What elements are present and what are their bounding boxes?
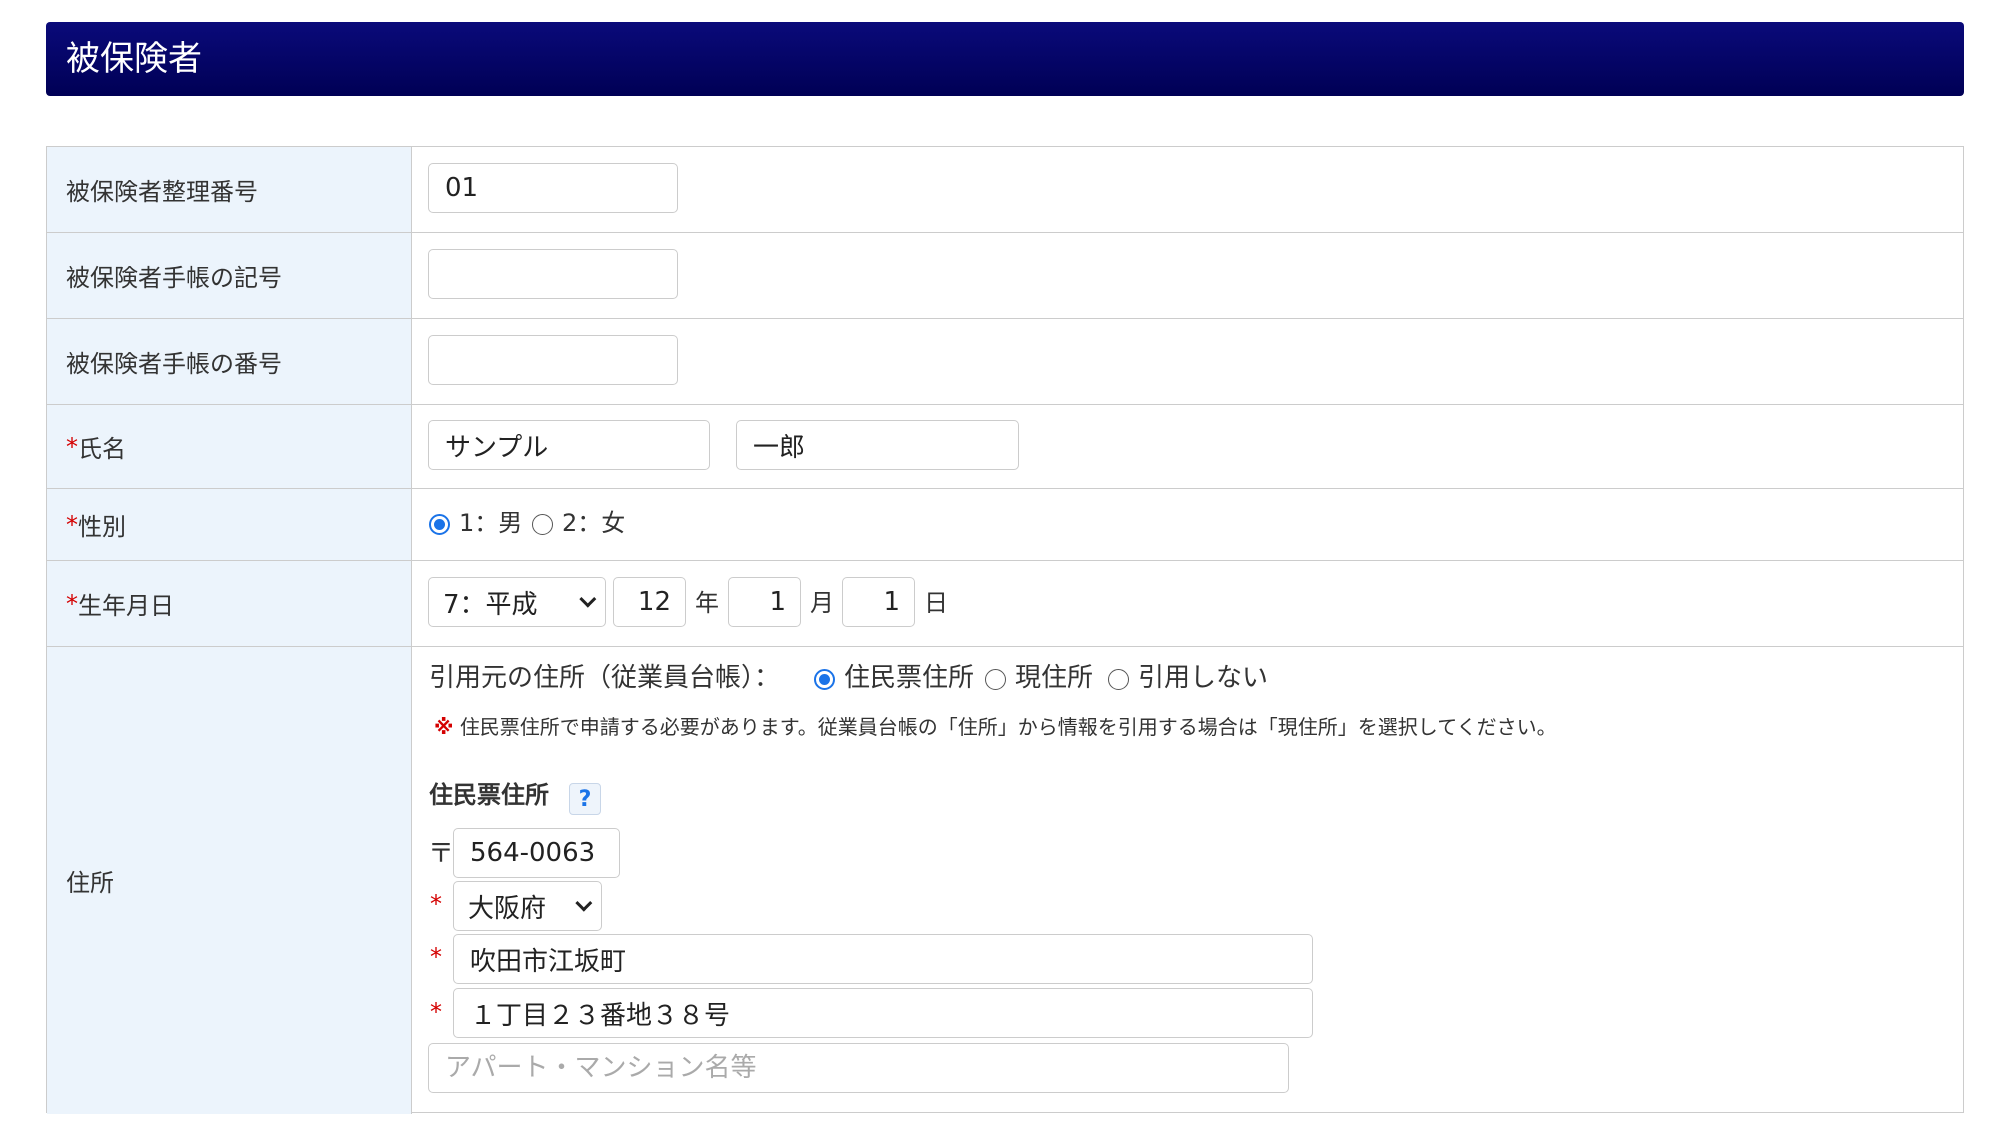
postal-mark: 〒 (428, 839, 455, 869)
required-mark: * (66, 589, 78, 618)
birth-year-input[interactable] (613, 577, 686, 627)
gender-female-label: 2：女 (562, 509, 626, 537)
booklet-number-input[interactable] (428, 335, 678, 385)
gender-male-label: 1：男 (459, 509, 523, 537)
first-name-input[interactable] (736, 420, 1019, 470)
gender-female-radio[interactable] (532, 514, 553, 535)
last-name-input[interactable] (428, 420, 710, 470)
city-input[interactable] (453, 934, 1313, 984)
postal-code-input[interactable] (453, 828, 620, 878)
source-none-label: 引用しない (1138, 663, 1269, 693)
source-residence-radio[interactable] (814, 669, 835, 690)
label-insured-number: 被保険者整理番号 (47, 147, 412, 232)
insured-form-table: 被保険者整理番号 被保険者手帳の記号 被保険者手帳の番号 *氏名 *性別 1：男… (46, 146, 1964, 1114)
residence-address-title: 住民票住所 (429, 781, 549, 809)
month-unit: 月 (810, 589, 834, 617)
address-source-label: 引用元の住所（従業員台帳）： (429, 663, 781, 693)
label-address: 住所 (47, 647, 412, 1114)
source-residence-label: 住民票住所 (844, 663, 975, 693)
booklet-symbol-input[interactable] (428, 249, 678, 299)
label-gender: * 性別 (47, 489, 412, 560)
label-booklet-symbol: 被保険者手帳の記号 (47, 233, 412, 318)
year-unit: 年 (695, 589, 719, 617)
note-mark: ※ (434, 715, 454, 739)
source-current-radio[interactable] (985, 669, 1006, 690)
row-name: * 氏名 (47, 405, 1963, 489)
building-input[interactable] (428, 1043, 1289, 1093)
birth-day-input[interactable] (842, 577, 915, 627)
address-note: ※ 住民票住所で申請する必要があります。従業員台帳の「住所」から情報を引用する場… (434, 715, 1557, 739)
required-mark: * (66, 432, 78, 461)
section-header: 被保険者 (46, 22, 1964, 96)
required-mark: * (66, 510, 78, 539)
source-current-label: 現住所 (1015, 663, 1094, 693)
help-icon[interactable]: ? (569, 783, 601, 815)
label-name: * 氏名 (47, 405, 412, 488)
row-insured-number: 被保険者整理番号 (47, 147, 1963, 233)
row-birthdate: *生年月日 7：平成 年 月 日 (47, 561, 1963, 647)
label-birthdate: * 生年月日 (47, 561, 412, 646)
row-address: 住所 引用元の住所（従業員台帳）： 住民票住所 現住所 引用しない ※ 住民票住… (47, 647, 1963, 1114)
gender-male-radio[interactable] (429, 514, 450, 535)
day-unit: 日 (924, 589, 948, 617)
section-title: 被保険者 (66, 39, 202, 79)
birth-month-input[interactable] (728, 577, 801, 627)
row-gender: * 性別 1：男 2：女 (47, 489, 1963, 561)
required-mark: * (430, 943, 442, 971)
label-booklet-number: 被保険者手帳の番号 (47, 319, 412, 404)
era-select[interactable]: 7：平成 (428, 577, 606, 627)
prefecture-select[interactable]: 大阪府 (453, 881, 602, 931)
chevron-down-icon (575, 894, 593, 912)
street-input[interactable] (453, 988, 1313, 1038)
source-none-radio[interactable] (1108, 669, 1129, 690)
required-mark: * (430, 998, 442, 1026)
chevron-down-icon (579, 590, 597, 608)
required-mark: * (430, 890, 442, 918)
row-booklet-number: 被保険者手帳の番号 (47, 319, 1963, 405)
row-booklet-symbol: 被保険者手帳の記号 (47, 233, 1963, 319)
insured-number-input[interactable] (428, 163, 678, 213)
